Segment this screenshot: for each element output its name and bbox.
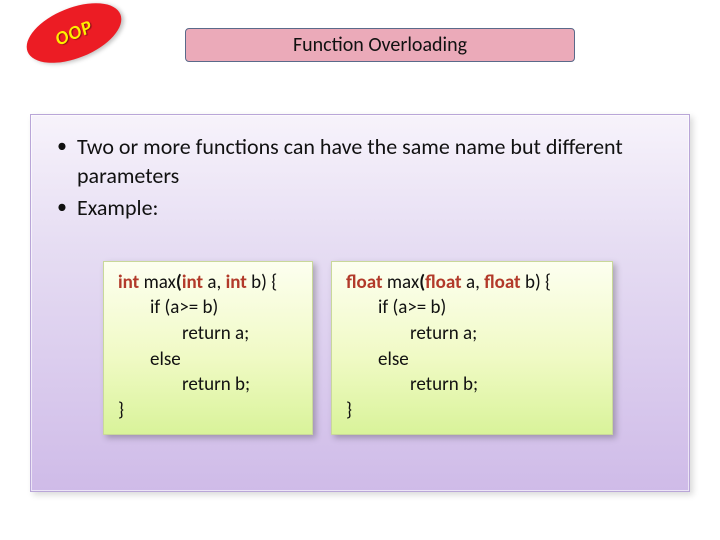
- code-line: if (a>= b): [118, 295, 298, 321]
- code-line: }: [118, 398, 298, 424]
- code-text: if (a>= b): [378, 296, 446, 319]
- code-line: else: [346, 347, 598, 373]
- code-text: return b;: [182, 373, 250, 396]
- bullet-item: Two or more functions can have the same …: [51, 133, 669, 190]
- code-text: }: [118, 399, 124, 422]
- code-text: b: [251, 271, 261, 294]
- keyword: float: [484, 271, 521, 294]
- code-box-int: int max(int a, int b) { if (a>= b) retur…: [103, 261, 313, 435]
- code-text: if (a>= b): [150, 296, 218, 319]
- code-line: return b;: [118, 372, 298, 398]
- code-text: else: [378, 348, 409, 371]
- bullet-list: Two or more functions can have the same …: [51, 133, 669, 223]
- code-row: int max(int a, int b) { if (a>= b) retur…: [51, 261, 669, 435]
- code-text: ) {: [261, 271, 277, 294]
- code-line: float max(float a, float b) {: [346, 270, 598, 296]
- code-line: }: [346, 398, 598, 424]
- code-line: else: [118, 347, 298, 373]
- code-line: return a;: [118, 321, 298, 347]
- code-text: }: [346, 399, 352, 422]
- keyword: int: [182, 271, 203, 294]
- code-text: a: [466, 271, 475, 294]
- code-line: int max(int a, int b) {: [118, 270, 298, 296]
- code-text: return a;: [410, 322, 477, 345]
- code-text: return b;: [410, 373, 478, 396]
- oop-badge: OOP: [18, 0, 129, 75]
- slide-title: Function Overloading: [185, 28, 575, 62]
- content-panel: Two or more functions can have the same …: [30, 114, 690, 492]
- code-text: return a;: [182, 322, 249, 345]
- code-line: return b;: [346, 372, 598, 398]
- code-text: ,: [217, 271, 226, 294]
- code-text: max: [387, 271, 419, 294]
- code-line: return a;: [346, 321, 598, 347]
- code-text: ,: [475, 271, 484, 294]
- oop-badge-text: OOP: [52, 15, 96, 51]
- bullet-item: Example:: [51, 194, 669, 223]
- code-text: max: [144, 271, 176, 294]
- code-text: b: [525, 271, 535, 294]
- slide-title-text: Function Overloading: [293, 33, 467, 57]
- code-text: else: [150, 348, 181, 371]
- code-line: if (a>= b): [346, 295, 598, 321]
- keyword: float: [425, 271, 462, 294]
- code-text: a: [207, 271, 216, 294]
- keyword: int: [118, 271, 139, 294]
- keyword: int: [226, 271, 247, 294]
- code-text: ) {: [535, 271, 551, 294]
- keyword: float: [346, 271, 383, 294]
- code-box-float: float max(float a, float b) { if (a>= b)…: [331, 261, 613, 435]
